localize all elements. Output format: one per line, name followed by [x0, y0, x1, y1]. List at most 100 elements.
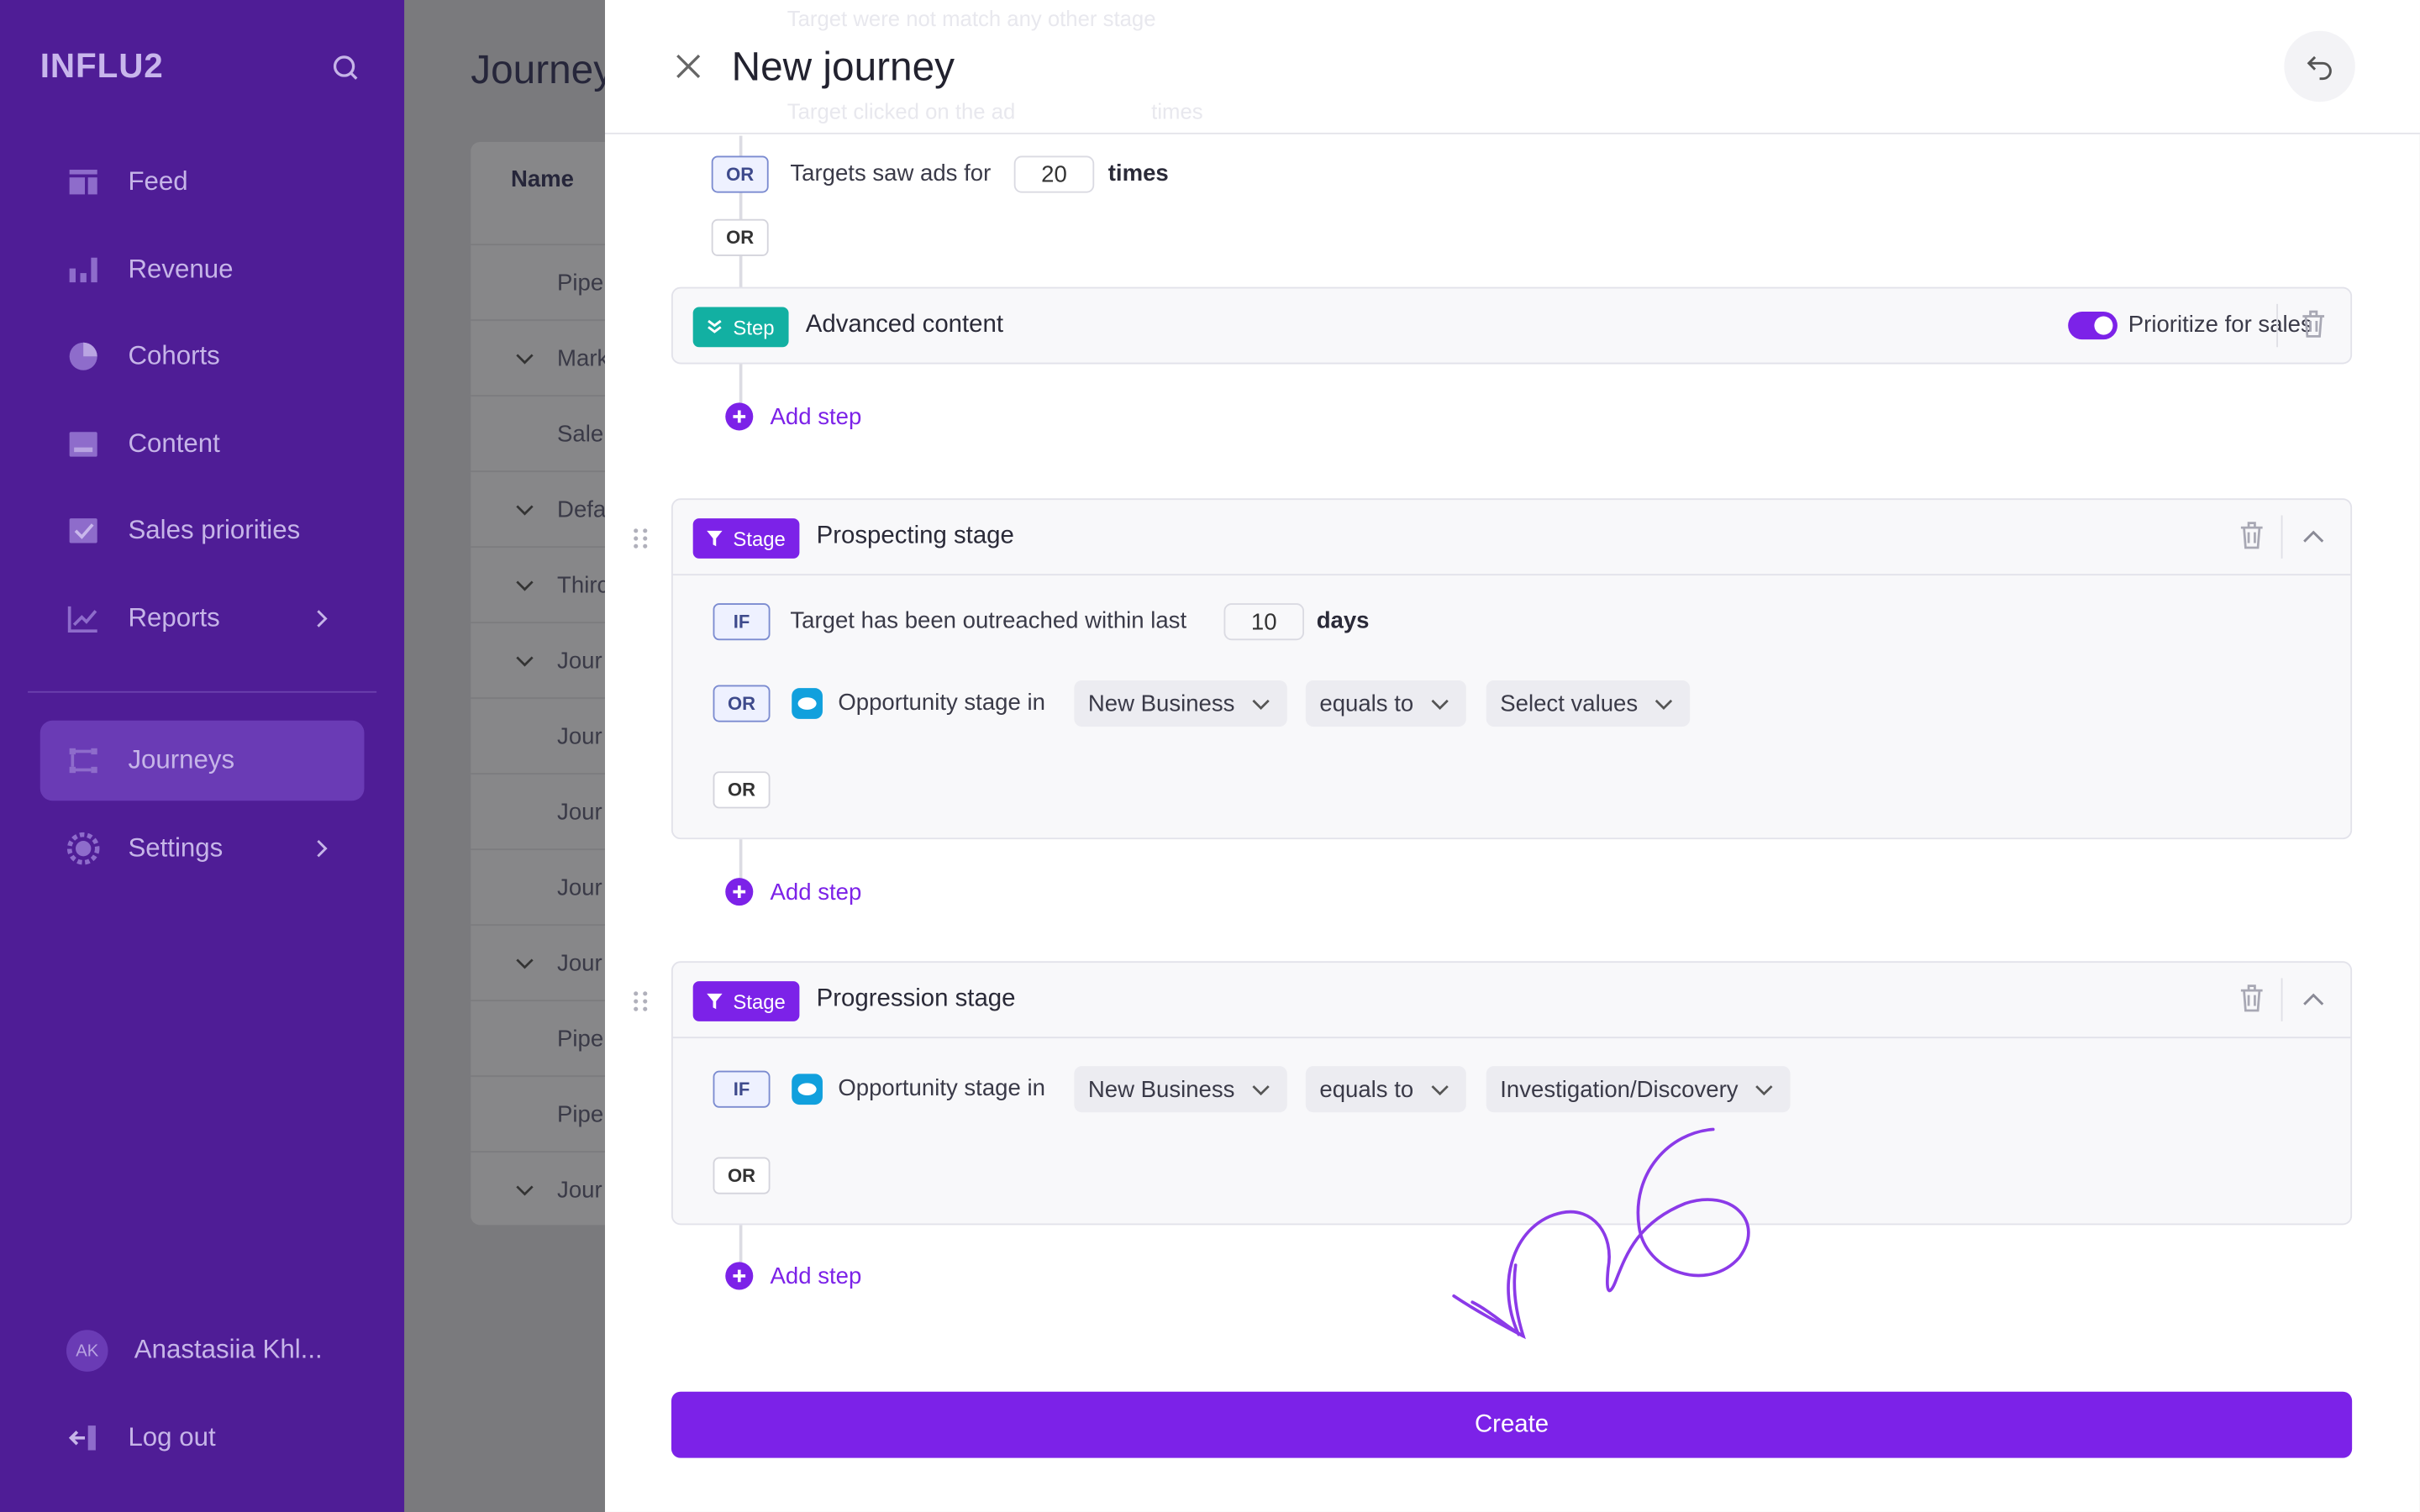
values-select[interactable]: Investigation/Discovery	[1486, 1066, 1791, 1113]
add-step-button[interactable]: Add step	[725, 402, 861, 431]
chevron-down-icon	[1755, 1085, 1773, 1096]
values-select[interactable]: Select values	[1486, 680, 1691, 727]
trash-icon[interactable]	[2300, 308, 2328, 339]
or-tag[interactable]: OR	[713, 685, 771, 722]
chevron-down-icon[interactable]	[514, 1180, 536, 1202]
stage-select[interactable]: New Business	[1074, 1066, 1287, 1113]
table-row[interactable]: Pipe	[471, 1075, 605, 1151]
user-name[interactable]: Anastasiia Khl...	[134, 1335, 323, 1366]
sidebar-item-sales-priorities[interactable]: Sales priorities	[40, 491, 365, 571]
stage-header: Stage Prospecting stage	[672, 500, 2351, 576]
select-value: Investigation/Discovery	[1500, 1076, 1739, 1103]
step-badge: Step	[692, 307, 789, 348]
divider	[2281, 515, 2283, 559]
if-tag[interactable]: IF	[713, 1070, 771, 1108]
table-row[interactable]: Jour	[471, 622, 605, 697]
avatar[interactable]: AK	[66, 1330, 108, 1372]
plus-icon	[725, 878, 754, 906]
row-label: Jour	[557, 799, 602, 826]
chevrons-down-icon	[708, 319, 722, 333]
logout-icon	[68, 1425, 96, 1451]
ads-count-input[interactable]: 20	[1013, 155, 1095, 193]
stage-header: Stage Progression stage	[672, 963, 2351, 1039]
undo-button[interactable]	[2284, 30, 2355, 102]
select-value: Select values	[1500, 690, 1639, 717]
prioritize-toggle[interactable]	[2068, 312, 2118, 340]
add-step-button[interactable]: Add step	[725, 1262, 862, 1290]
close-icon[interactable]	[673, 51, 704, 82]
add-step-button[interactable]: Add step	[725, 878, 861, 906]
trash-icon[interactable]	[2238, 983, 2265, 1014]
pie-chart-icon	[69, 342, 97, 370]
or-button[interactable]: OR	[711, 218, 769, 256]
chevron-down-icon[interactable]	[514, 953, 536, 975]
logout-button[interactable]: Log out	[40, 1398, 365, 1478]
gear-icon	[66, 832, 100, 865]
table-row[interactable]: Pipe	[471, 244, 605, 319]
table-row[interactable]: Jour	[471, 924, 605, 1000]
sidebar-item-label: Revenue	[128, 255, 234, 284]
undo-icon	[2307, 55, 2332, 81]
if-tag[interactable]: IF	[713, 603, 771, 641]
sidebar-item-settings[interactable]: Settings	[40, 808, 365, 889]
table-row[interactable]: Thirc	[471, 546, 605, 622]
chevron-down-icon[interactable]	[514, 575, 536, 597]
add-step-label: Add step	[770, 1263, 862, 1289]
table-row[interactable]: Defa	[471, 470, 605, 546]
operator-select[interactable]: equals to	[1305, 680, 1466, 727]
chevron-down-icon[interactable]	[514, 349, 536, 370]
chevron-up-icon[interactable]	[2300, 523, 2328, 551]
create-button[interactable]: Create	[671, 1391, 2353, 1458]
plus-icon	[725, 1262, 754, 1290]
or-button[interactable]: OR	[713, 771, 771, 809]
content-icon	[69, 432, 97, 457]
filter-icon	[707, 993, 723, 1010]
days-input[interactable]: 10	[1223, 603, 1305, 641]
filter-icon	[707, 530, 723, 547]
page-title: Journey	[471, 46, 605, 93]
table-row[interactable]: Jour	[471, 697, 605, 773]
sidebar-item-journeys[interactable]: Journeys	[39, 720, 365, 801]
sidebar-item-content[interactable]: Content	[40, 404, 365, 485]
drag-handle-icon[interactable]	[633, 528, 648, 549]
rule-text: Opportunity stage in	[838, 690, 1045, 717]
new-journey-panel: OR Targets saw ads for 20 times OR Step …	[604, 0, 2420, 1512]
row-label: Defa	[557, 496, 605, 523]
row-label: Pipe	[557, 1101, 604, 1128]
plus-icon	[725, 402, 754, 431]
row-label: Jour	[557, 1177, 602, 1204]
stage-badge-label: Stage	[733, 527, 786, 550]
search-icon[interactable]	[330, 52, 361, 83]
step-badge-label: Step	[733, 315, 775, 339]
or-button[interactable]: OR	[713, 1157, 771, 1194]
table-row[interactable]: Sale	[471, 395, 605, 470]
or-tag[interactable]: OR	[711, 155, 769, 193]
table-row[interactable]: Jour	[471, 1151, 605, 1226]
sidebar: INFLU2 Feed Revenue Cohorts Content Sale…	[0, 0, 405, 1512]
table-row[interactable]: Mark	[471, 319, 605, 395]
sidebar-item-revenue[interactable]: Revenue	[40, 230, 365, 311]
divider	[2276, 303, 2278, 348]
sidebar-item-feed[interactable]: Feed	[40, 142, 365, 223]
chevron-up-icon[interactable]	[2300, 986, 2328, 1014]
row-label: Jour	[557, 950, 602, 977]
sidebar-item-label: Settings	[128, 832, 224, 863]
sidebar-item-cohorts[interactable]: Cohorts	[40, 317, 365, 397]
drag-handle-icon[interactable]	[633, 990, 648, 1012]
hand-drawn-arrow	[1452, 1127, 1750, 1340]
line-chart-icon	[67, 606, 97, 633]
chevron-down-icon	[1431, 1085, 1449, 1096]
row-label: Pipe	[557, 1026, 604, 1053]
chevron-down-icon	[1431, 699, 1449, 710]
stage-select[interactable]: New Business	[1074, 680, 1287, 727]
operator-select[interactable]: equals to	[1305, 1066, 1466, 1113]
chevron-down-icon[interactable]	[514, 651, 536, 673]
trash-icon[interactable]	[2238, 520, 2265, 551]
table-row[interactable]: Pipe	[471, 1000, 605, 1075]
table-row[interactable]: Jour	[471, 848, 605, 924]
table-row[interactable]: Jour	[471, 773, 605, 848]
sidebar-item-reports[interactable]: Reports	[40, 579, 365, 659]
chevron-down-icon[interactable]	[514, 500, 536, 522]
salesforce-icon	[792, 1074, 823, 1105]
sidebar-item-label: Feed	[128, 166, 188, 197]
